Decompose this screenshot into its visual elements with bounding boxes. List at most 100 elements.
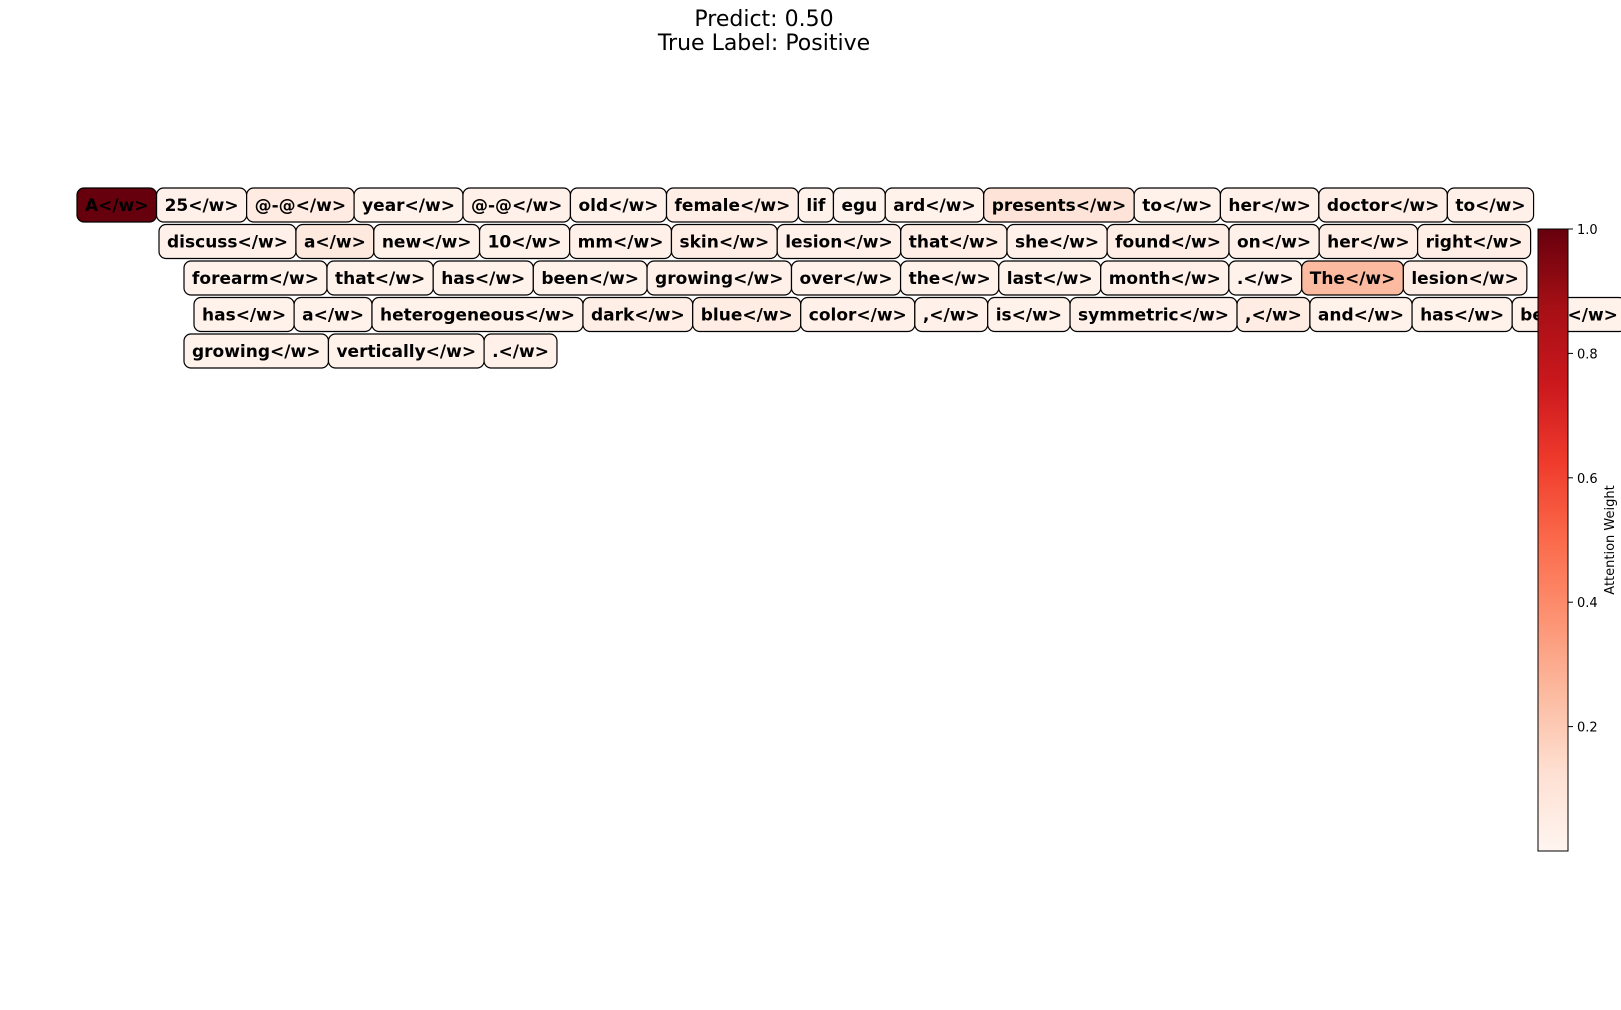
token-label: symmetric</w> (1078, 306, 1229, 326)
token: has</w> (193, 296, 295, 333)
token-label: A</w> (85, 196, 149, 216)
token-label: her</w> (1327, 233, 1409, 253)
token: found</w> (1106, 223, 1230, 260)
colorbar-tick-label: 0.6 (1577, 472, 1598, 487)
token-label: discuss</w> (167, 233, 288, 253)
token-label: growing</w> (192, 342, 320, 362)
token: doctor</w> (1318, 187, 1448, 223)
token: that</w> (900, 223, 1008, 260)
token-label: new</w> (382, 233, 472, 253)
colorbar-tick-label: 1.0 (1577, 223, 1598, 238)
attention-figure: Predict: 0.50 True Label: Positive A</w>… (76, 7, 1621, 852)
token-label: and</w> (1318, 306, 1404, 326)
token: egu (832, 187, 886, 223)
token-label: she</w> (1015, 233, 1099, 253)
token-label: last</w> (1007, 269, 1093, 289)
token-label: forearm</w> (192, 269, 319, 289)
token-label: been</w> (541, 269, 639, 289)
token-label: ,</w> (923, 306, 980, 326)
token: vertically</w> (327, 333, 485, 369)
token: lesion</w> (1402, 260, 1528, 296)
token: @-@</w> (462, 187, 572, 223)
token: lesion</w> (776, 223, 902, 260)
token: symmetric</w> (1069, 296, 1238, 333)
token: over</w> (790, 260, 902, 296)
token-label: been</w> (1520, 306, 1618, 326)
token: heterogeneous</w> (371, 296, 584, 333)
token: the</w> (899, 260, 1000, 296)
token-label: lesion</w> (1411, 269, 1519, 289)
token-label: color</w> (809, 306, 907, 326)
token: female</w> (665, 187, 799, 223)
token: her</w> (1219, 187, 1320, 223)
token: has</w> (432, 260, 534, 296)
token: new</w> (373, 223, 481, 260)
token-label: year</w> (362, 196, 455, 216)
token-label: ,</w> (1245, 306, 1302, 326)
token: blue</w> (692, 296, 802, 333)
token: presents</w> (983, 187, 1135, 223)
token-label: on</w> (1237, 233, 1311, 253)
token: dark</w> (582, 296, 694, 333)
token: .</w> (483, 333, 558, 369)
token: year</w> (353, 187, 464, 223)
token-label: to</w> (1455, 196, 1525, 216)
token: ard</w> (884, 187, 985, 223)
token-label: growing</w> (655, 269, 783, 289)
token: 25</w> (155, 187, 248, 223)
chart-title-true-label: True Label: Positive (657, 31, 870, 56)
token: she</w> (1006, 223, 1108, 260)
token: mm</w> (569, 223, 673, 260)
token: lif (797, 187, 835, 223)
colorbar-label: Attention Weight (1603, 485, 1618, 594)
token: @-@</w> (246, 187, 355, 223)
token-label: doctor</w> (1327, 196, 1440, 216)
token: A</w> (76, 187, 158, 223)
token-label: has</w> (202, 306, 286, 326)
token-label: that</w> (335, 269, 425, 289)
token-label: ard</w> (893, 196, 975, 216)
token-label: .</w> (492, 342, 549, 362)
token-label: lif (806, 196, 826, 216)
token-label: to</w> (1142, 196, 1212, 216)
token: is</w> (987, 296, 1071, 333)
token-label: month</w> (1109, 269, 1221, 289)
token-label: The</w> (1310, 269, 1396, 289)
token-label: lesion</w> (785, 233, 893, 253)
token: color</w> (800, 296, 916, 333)
token-label: has</w> (1420, 306, 1504, 326)
token: been</w> (532, 260, 648, 296)
token-label: over</w> (800, 269, 893, 289)
token-label: has</w> (441, 269, 525, 289)
token-label: that</w> (909, 233, 999, 253)
token: that</w> (326, 260, 434, 296)
token-label: skin</w> (679, 233, 769, 253)
token-label: vertically</w> (336, 342, 476, 362)
token: a</w> (293, 296, 373, 333)
token: has</w> (1411, 296, 1513, 333)
token: her</w> (1318, 223, 1419, 260)
token: growing</w> (183, 333, 330, 369)
token: forearm</w> (183, 260, 328, 296)
token: a</w> (295, 223, 375, 260)
token-label: .</w> (1237, 269, 1294, 289)
token-label: found</w> (1115, 233, 1221, 253)
token-label: right</w> (1426, 233, 1523, 253)
token-label: a</w> (304, 233, 366, 253)
token: The</w> (1301, 260, 1404, 296)
colorbar-gradient (1537, 228, 1569, 852)
colorbar-tick-label: 0.4 (1577, 596, 1598, 611)
token: skin</w> (670, 223, 778, 260)
token-label: 10</w> (488, 233, 562, 253)
colorbar-tick-label: 0.8 (1577, 347, 1598, 362)
token-label: the</w> (909, 269, 991, 289)
token: ,</w> (1236, 296, 1311, 333)
token: and</w> (1309, 296, 1413, 333)
token: to</w> (1133, 187, 1222, 223)
token: ,</w> (914, 296, 989, 333)
token: last</w> (998, 260, 1102, 296)
token: 10</w> (478, 223, 571, 260)
token-label: @-@</w> (255, 196, 346, 216)
token: right</w> (1416, 223, 1532, 260)
token-label: presents</w> (992, 196, 1126, 216)
